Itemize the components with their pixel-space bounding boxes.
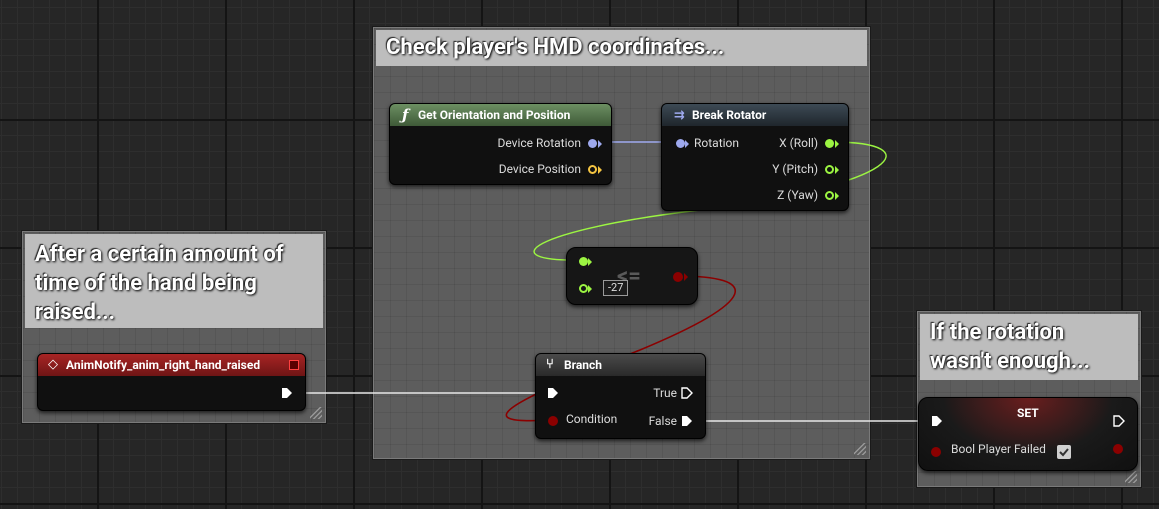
y-pitch-pin[interactable] <box>825 165 834 174</box>
set-title: SET <box>1017 406 1039 420</box>
pin-arrow-icon <box>835 140 839 148</box>
node-header: ƒ Get Orientation and Position <box>390 104 611 126</box>
pin-label-z-yaw: Z (Yaw) <box>777 188 818 202</box>
node-get-orientation[interactable]: ƒ Get Orientation and Position Device Ro… <box>389 103 612 185</box>
exec-in-pin[interactable] <box>931 415 943 427</box>
pin-label-condition: Condition <box>566 412 618 426</box>
bool-input-pin[interactable] <box>931 447 941 457</box>
node-title: Get Orientation and Position <box>418 108 571 122</box>
node-title: AnimNotify_anim_right_hand_raised <box>66 358 261 372</box>
comment-hmd-title: Check player's HMD coordinates... <box>376 30 867 66</box>
function-icon: ƒ <box>402 106 409 124</box>
pin-arrow-icon <box>598 166 602 174</box>
device-rotation-pin[interactable] <box>588 139 597 148</box>
pin-label-device-rotation: Device Rotation <box>497 136 581 150</box>
compare-value-input[interactable]: -27 <box>603 280 629 296</box>
node-compare[interactable]: <= -27 <box>566 247 698 305</box>
node-title: Branch <box>564 358 602 372</box>
bool-output-pin[interactable] <box>1113 444 1123 454</box>
pin-label-rotation: Rotation <box>694 136 740 150</box>
pin-arrow-icon <box>588 285 592 293</box>
node-header: ◇ AnimNotify_anim_right_hand_raised <box>38 354 305 376</box>
node-header: ⇉ Break Rotator <box>662 104 848 126</box>
bool-player-failed-checkbox[interactable] <box>1057 445 1071 459</box>
resize-grip-icon[interactable] <box>310 407 322 419</box>
resize-grip-icon[interactable] <box>854 443 866 455</box>
pin-label-y-pitch: Y (Pitch) <box>772 162 818 176</box>
pin-arrow-icon <box>835 166 839 174</box>
break-struct-icon: ⇉ <box>674 108 685 123</box>
device-position-pin[interactable] <box>588 165 597 174</box>
event-icon: ◇ <box>48 357 58 372</box>
compare-input-b-pin[interactable] <box>579 284 588 293</box>
pin-label-false: False <box>648 414 677 428</box>
compare-input-a-pin[interactable] <box>579 257 588 266</box>
x-roll-pin[interactable] <box>825 139 834 148</box>
node-branch[interactable]: ⑂ Branch True Condition False <box>535 353 706 439</box>
resize-grip-icon[interactable] <box>1125 471 1137 483</box>
pin-label-x-roll: X (Roll) <box>779 136 818 150</box>
node-header: ⑂ Branch <box>536 354 705 376</box>
exec-out-pin[interactable] <box>281 387 293 399</box>
compare-output-pin[interactable] <box>673 272 683 282</box>
branch-icon: ⑂ <box>546 357 554 372</box>
condition-pin[interactable] <box>548 416 558 426</box>
pin-arrow-icon <box>588 258 592 266</box>
checkmark-icon <box>1059 448 1069 457</box>
pin-label-true: True <box>653 386 677 400</box>
node-title: Break Rotator <box>692 108 767 122</box>
pin-arrow-icon <box>598 140 602 148</box>
pin-arrow-icon <box>835 192 839 200</box>
exec-true-pin[interactable] <box>681 387 693 399</box>
delegate-pin[interactable] <box>289 360 299 370</box>
exec-false-pin[interactable] <box>681 415 693 427</box>
exec-out-pin[interactable] <box>1113 415 1125 427</box>
node-anim-notify[interactable]: ◇ AnimNotify_anim_right_hand_raised <box>37 353 306 411</box>
comment-anim-title: After a certain amount of time of the ha… <box>25 234 323 328</box>
node-break-rotator[interactable]: ⇉ Break Rotator Rotation X (Roll) Y (Pit… <box>661 103 849 211</box>
rotation-pin[interactable] <box>676 139 685 148</box>
comment-rotation-title: If the rotation wasn't enough... <box>920 314 1138 380</box>
pin-label-bool-player-failed: Bool Player Failed <box>951 442 1046 456</box>
pin-label-device-position: Device Position <box>498 162 581 176</box>
pin-arrow-icon <box>685 140 689 148</box>
pin-arrow-icon <box>684 273 688 281</box>
exec-in-pin[interactable] <box>547 387 559 399</box>
z-yaw-pin[interactable] <box>825 191 834 200</box>
node-set[interactable]: SET Bool Player Failed <box>918 397 1138 471</box>
